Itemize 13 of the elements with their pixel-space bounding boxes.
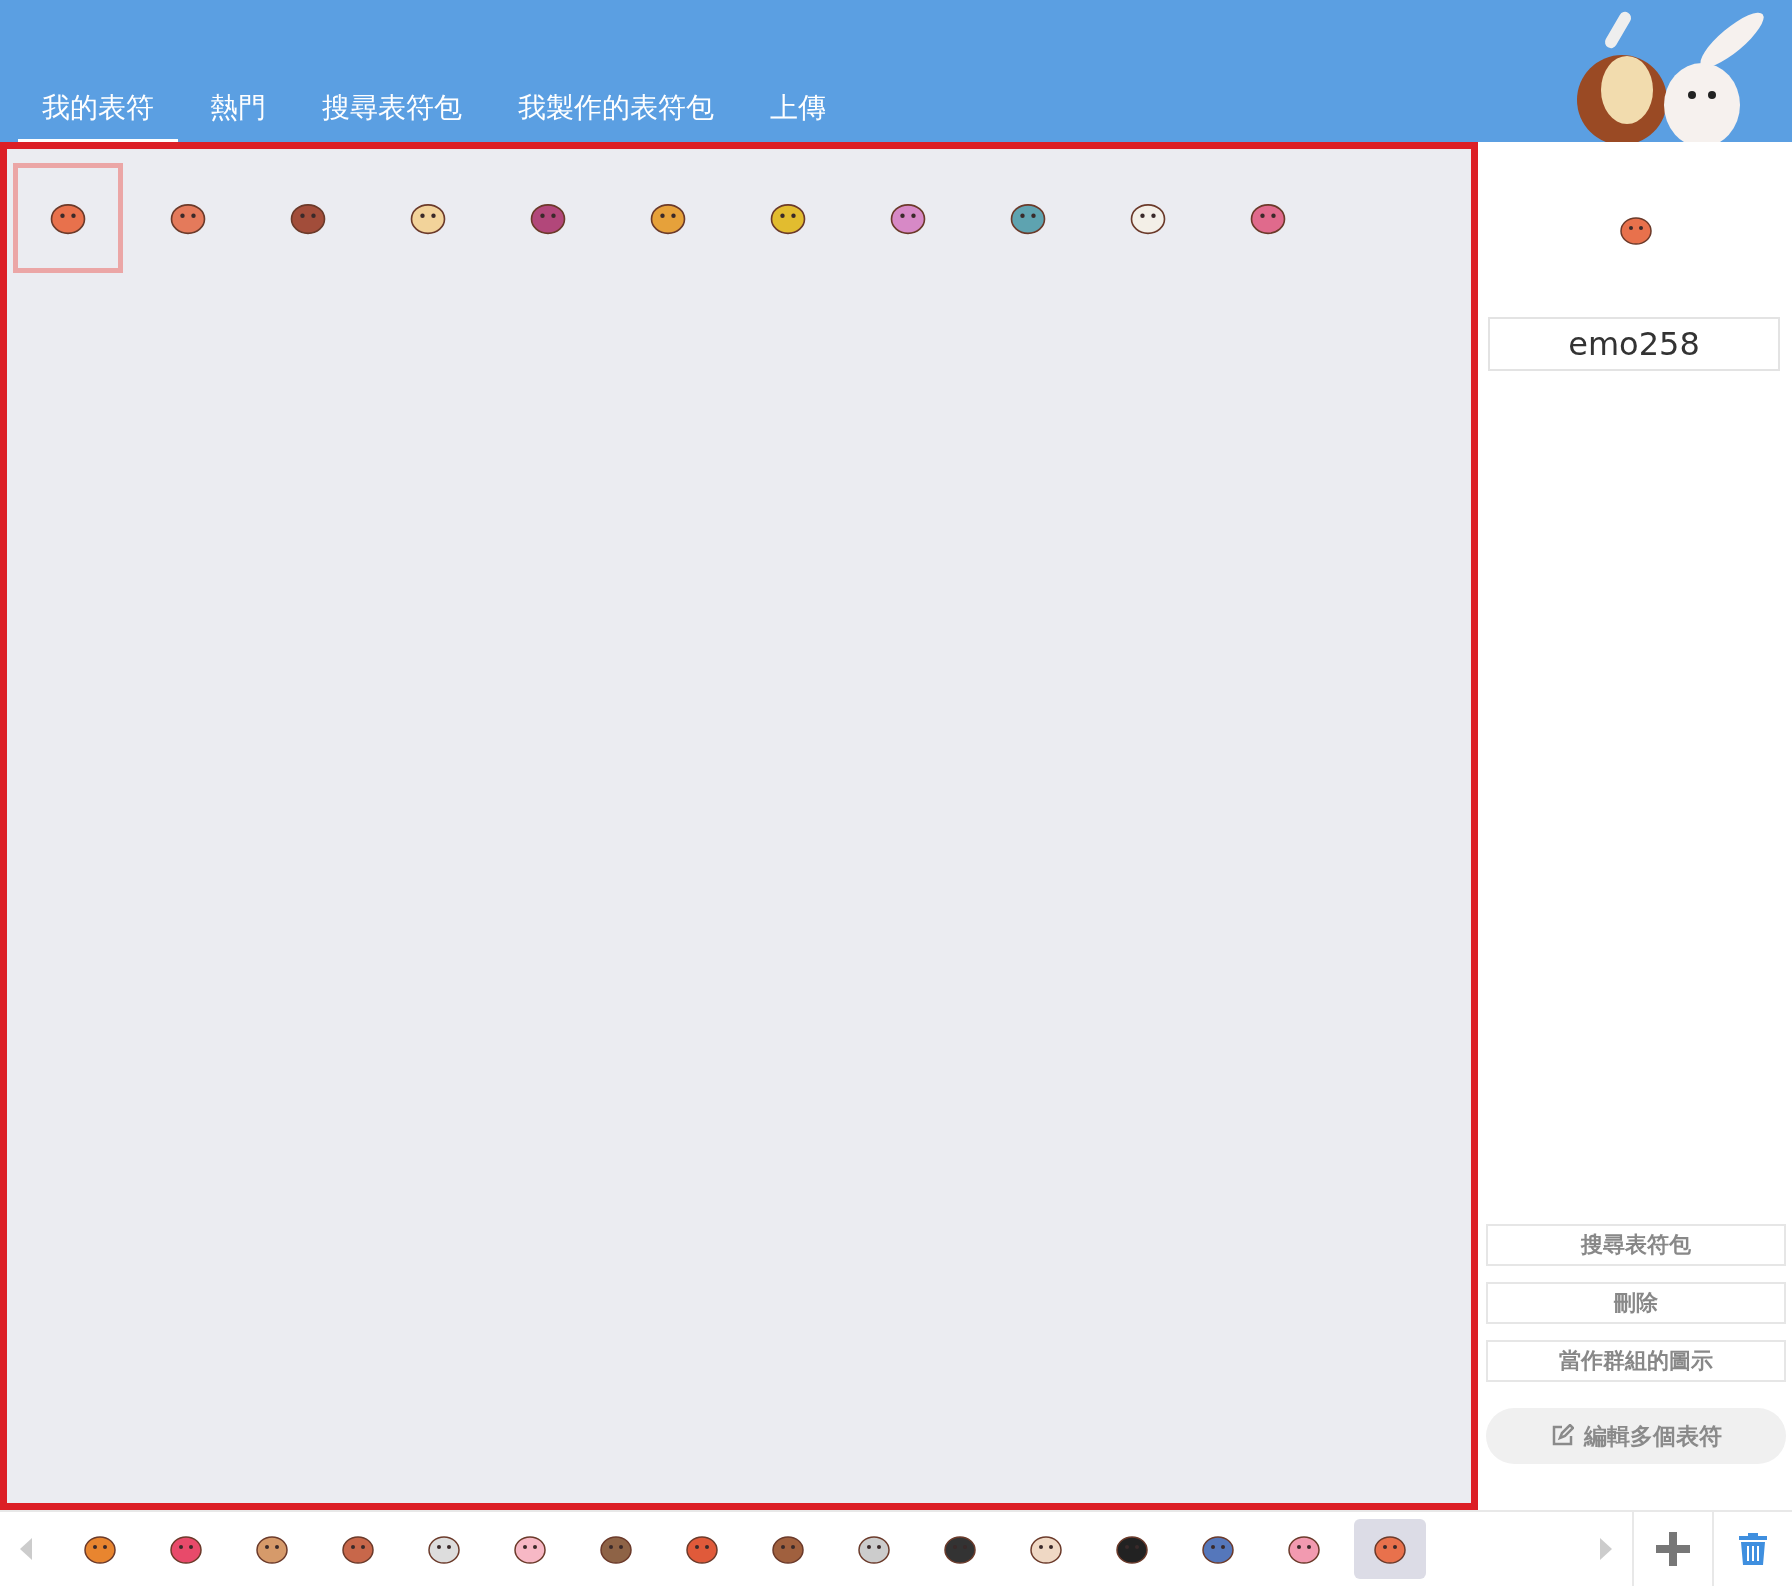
nav-tab[interactable]: 上傳 (746, 79, 850, 142)
nav-tab[interactable]: 我製作的表符包 (494, 79, 738, 142)
nav-tab[interactable]: 搜尋表符包 (298, 79, 486, 142)
nav-tab[interactable]: 熱門 (186, 79, 290, 142)
trash-icon (1738, 1532, 1768, 1566)
action-button[interactable]: 當作群組的圖示 (1486, 1340, 1786, 1382)
action-button[interactable]: 刪除 (1486, 1282, 1786, 1324)
action-button[interactable]: 搜尋表符包 (1486, 1224, 1786, 1266)
edit-icon (1550, 1424, 1574, 1448)
sticker-cell[interactable] (13, 163, 123, 273)
edit-button[interactable]: 編輯多個表符 (1486, 1408, 1786, 1464)
plus-icon (1656, 1532, 1690, 1566)
name-field[interactable]: emo258 (1488, 317, 1780, 371)
